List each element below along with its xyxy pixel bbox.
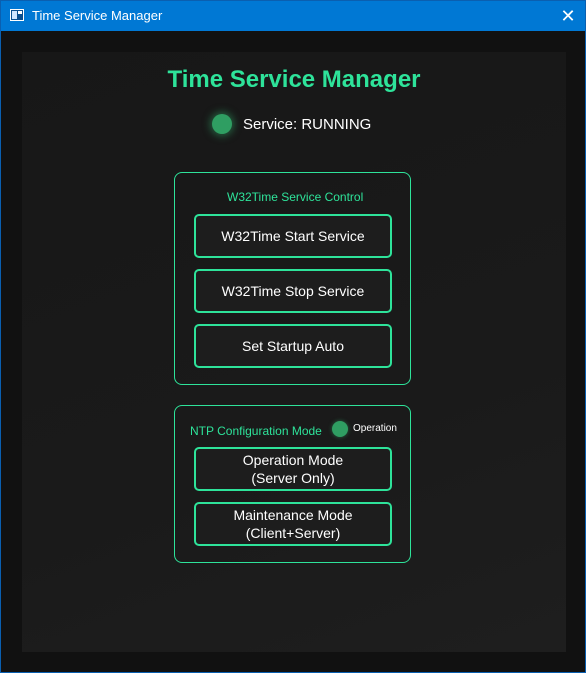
page-title: Time Service Manager <box>167 66 421 93</box>
mode-indicator-icon <box>332 421 348 437</box>
stop-service-button[interactable]: W32Time Stop Service <box>194 269 392 313</box>
mode-indicator-label: Operation <box>353 423 397 434</box>
title-bar[interactable]: Time Service Manager ✕ <box>1 1 585 31</box>
service-control-group: W32Time Service Control W32Time Start Se… <box>174 172 411 385</box>
window-title: Time Service Manager <box>32 8 163 23</box>
app-window-icon <box>10 9 24 21</box>
close-button[interactable]: ✕ <box>551 1 585 31</box>
ntp-config-title: NTP Configuration Mode <box>190 424 322 438</box>
app-window: Time Service Manager ✕ Time Service Mana… <box>0 0 586 673</box>
operation-mode-sublabel: (Server Only) <box>251 470 335 486</box>
service-control-title: W32Time Service Control <box>227 190 364 204</box>
operation-mode-label: Operation Mode <box>242 452 344 468</box>
status-led-icon <box>212 114 232 134</box>
service-status: Service: RUNNING <box>212 112 371 136</box>
set-startup-auto-button[interactable]: Set Startup Auto <box>194 324 392 368</box>
maintenance-mode-button[interactable]: Maintenance Mode (Client+Server) <box>194 502 392 546</box>
close-icon: ✕ <box>560 6 576 26</box>
maintenance-mode-label: Maintenance Mode <box>233 507 353 523</box>
maintenance-mode-sublabel: (Client+Server) <box>245 525 341 541</box>
ntp-config-group: NTP Configuration Mode Operation Operati… <box>174 405 411 563</box>
client-area: Time Service Manager Service: RUNNING W3… <box>22 52 566 652</box>
start-service-button[interactable]: W32Time Start Service <box>194 214 392 258</box>
operation-mode-button[interactable]: Operation Mode (Server Only) <box>194 447 392 491</box>
status-text: Service: RUNNING <box>243 115 372 133</box>
